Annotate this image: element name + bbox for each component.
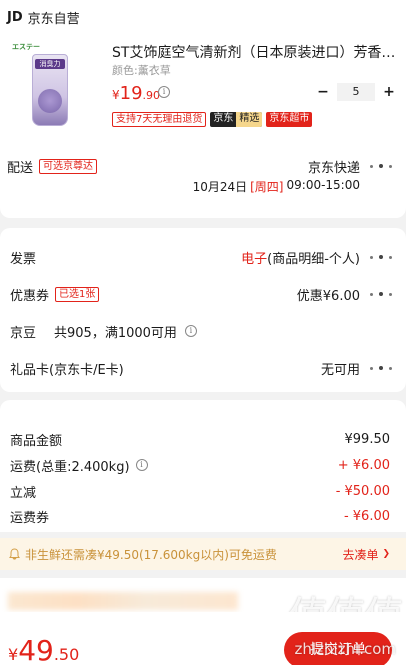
delivery-tag: 可选京尊达 xyxy=(39,158,98,174)
invoice-detail: (商品明细-个人) xyxy=(267,251,360,267)
invoice-more-icon[interactable] xyxy=(370,253,392,261)
giftcard-label: 礼品卡(京东卡/E卡) xyxy=(10,362,124,378)
jingdou-row: 京豆 共905，满1000可用 i xyxy=(0,322,406,341)
coupon-tag: 已选1张 xyxy=(55,286,100,302)
delivery-more-icon[interactable] xyxy=(370,162,392,170)
price-summary-card: 商品金额 ¥99.50 运费(总重:2.400kg) i + ¥6.00 立减 … xyxy=(0,400,406,532)
jingdou-info-icon[interactable]: i xyxy=(184,325,197,337)
delivery-row[interactable]: 配送 可选京尊达 京东快递 xyxy=(0,157,406,176)
quantity-stepper: − 5 + xyxy=(314,82,398,102)
product-image[interactable]: エステー 消臭力 xyxy=(10,40,100,130)
summary-value: - ¥6.00 xyxy=(343,508,390,524)
summary-row: 运费(总重:2.400kg) i + ¥6.00 xyxy=(0,456,406,475)
coupon-more-icon[interactable] xyxy=(370,290,392,298)
bell-icon xyxy=(9,548,20,560)
free-shipping-notice[interactable]: 非生鲜还需凑¥49.50(17.600kg以内)可免运费 去凑单 ❯ xyxy=(0,538,406,570)
coupon-row[interactable]: 优惠券 已选1张 优惠¥6.00 xyxy=(0,285,406,304)
giftcard-more-icon[interactable] xyxy=(370,364,392,372)
summary-value: - ¥50.00 xyxy=(335,483,390,499)
price-integer: 19 xyxy=(119,83,143,104)
footer-total-price: ¥ 49 .50 xyxy=(8,634,79,665)
lavender-flower-graphic xyxy=(38,89,62,113)
return-policy-tag: 支持7天无理由退货 xyxy=(112,112,207,127)
delivery-timeslot: 09:00-15:00 xyxy=(286,178,361,192)
product-image-brand: エステー xyxy=(12,43,40,51)
invoice-type: 电子 xyxy=(241,251,268,267)
store-header: JD 京东自营 xyxy=(7,8,406,27)
product-price: ¥ 19 .90 xyxy=(112,83,160,104)
coupon-label: 优惠券 xyxy=(10,288,50,304)
shipping-info-icon[interactable]: i xyxy=(135,459,148,471)
notice-link[interactable]: 去凑单 ❯ xyxy=(342,546,390,563)
jingdou-value: 共905，满1000可用 xyxy=(54,325,177,341)
summary-row: 运费券 - ¥6.00 xyxy=(0,507,406,526)
product-variant: 颜色:薰衣草 xyxy=(112,64,171,77)
summary-label: 运费(总重:2.400kg) xyxy=(10,459,130,475)
delivery-time: 10月24日 [周四] 09:00-15:00 xyxy=(193,178,360,195)
quantity-plus-button[interactable]: + xyxy=(380,84,398,100)
footer-price-integer: 49 xyxy=(18,634,54,665)
notice-link-label: 去凑单 xyxy=(342,547,379,562)
quantity-minus-button[interactable]: − xyxy=(314,84,332,100)
price-info-icon[interactable]: i xyxy=(158,86,170,98)
price-symbol: ¥ xyxy=(112,88,120,102)
jd-logo: JD xyxy=(7,9,23,25)
giftcard-row[interactable]: 礼品卡(京东卡/E卡) 无可用 xyxy=(0,359,406,378)
product-bottle: 消臭力 xyxy=(32,54,68,126)
quantity-input[interactable]: 5 xyxy=(337,83,375,101)
delivery-weekday: [周四] xyxy=(250,180,284,194)
footer-price-symbol: ¥ xyxy=(8,645,19,664)
payment-options-card: 发票 电子(商品明细-个人) 优惠券 已选1张 优惠¥6.00 京豆 共905，… xyxy=(0,228,406,392)
delivery-label: 配送 xyxy=(7,160,34,176)
invoice-row[interactable]: 发票 电子(商品明细-个人) xyxy=(0,248,406,267)
invoice-value: 电子(商品明细-个人) xyxy=(241,248,360,267)
jingdou-label: 京豆 xyxy=(10,325,37,341)
jd-badge-text: 京东 xyxy=(213,113,234,124)
footer-price-decimal: .50 xyxy=(53,645,80,664)
summary-row: 商品金额 ¥99.50 xyxy=(0,430,406,449)
summary-value: ¥99.50 xyxy=(344,431,391,447)
coupon-value: 优惠¥6.00 xyxy=(296,288,360,304)
summary-row: 立减 - ¥50.00 xyxy=(0,482,406,501)
summary-label: 商品金额 xyxy=(10,433,63,449)
invoice-label: 发票 xyxy=(10,251,37,267)
summary-label: 立减 xyxy=(10,485,37,501)
order-card: JD 京东自营 エステー 消臭力 ST艾饰庭空气清新剂（日本原装进口）芳香… 颜… xyxy=(0,0,406,218)
delivery-date: 10月24日 xyxy=(192,180,248,194)
giftcard-value: 无可用 xyxy=(320,362,360,378)
notice-text: 非生鲜还需凑¥49.50(17.600kg以内)可免运费 xyxy=(25,547,277,562)
summary-label: 运费券 xyxy=(10,510,50,526)
product-tags: 支持7天无理由退货 京东 精选 京东超市 xyxy=(112,112,313,127)
select-badge-text: 精选 xyxy=(236,112,263,127)
delivery-carrier: 京东快递 xyxy=(307,160,360,176)
product-image-label: 消臭力 xyxy=(35,59,65,69)
watermark-url: zhizhizhi.com xyxy=(294,640,396,658)
jd-select-badge: 京东 精选 xyxy=(210,112,263,127)
jd-supermarket-badge: 京东超市 xyxy=(266,112,313,127)
summary-value: + ¥6.00 xyxy=(337,457,390,473)
chevron-right-icon: ❯ xyxy=(382,549,390,559)
store-name: 京东自营 xyxy=(27,11,80,27)
product-title[interactable]: ST艾饰庭空气清新剂（日本原装进口）芳香… xyxy=(112,42,396,62)
